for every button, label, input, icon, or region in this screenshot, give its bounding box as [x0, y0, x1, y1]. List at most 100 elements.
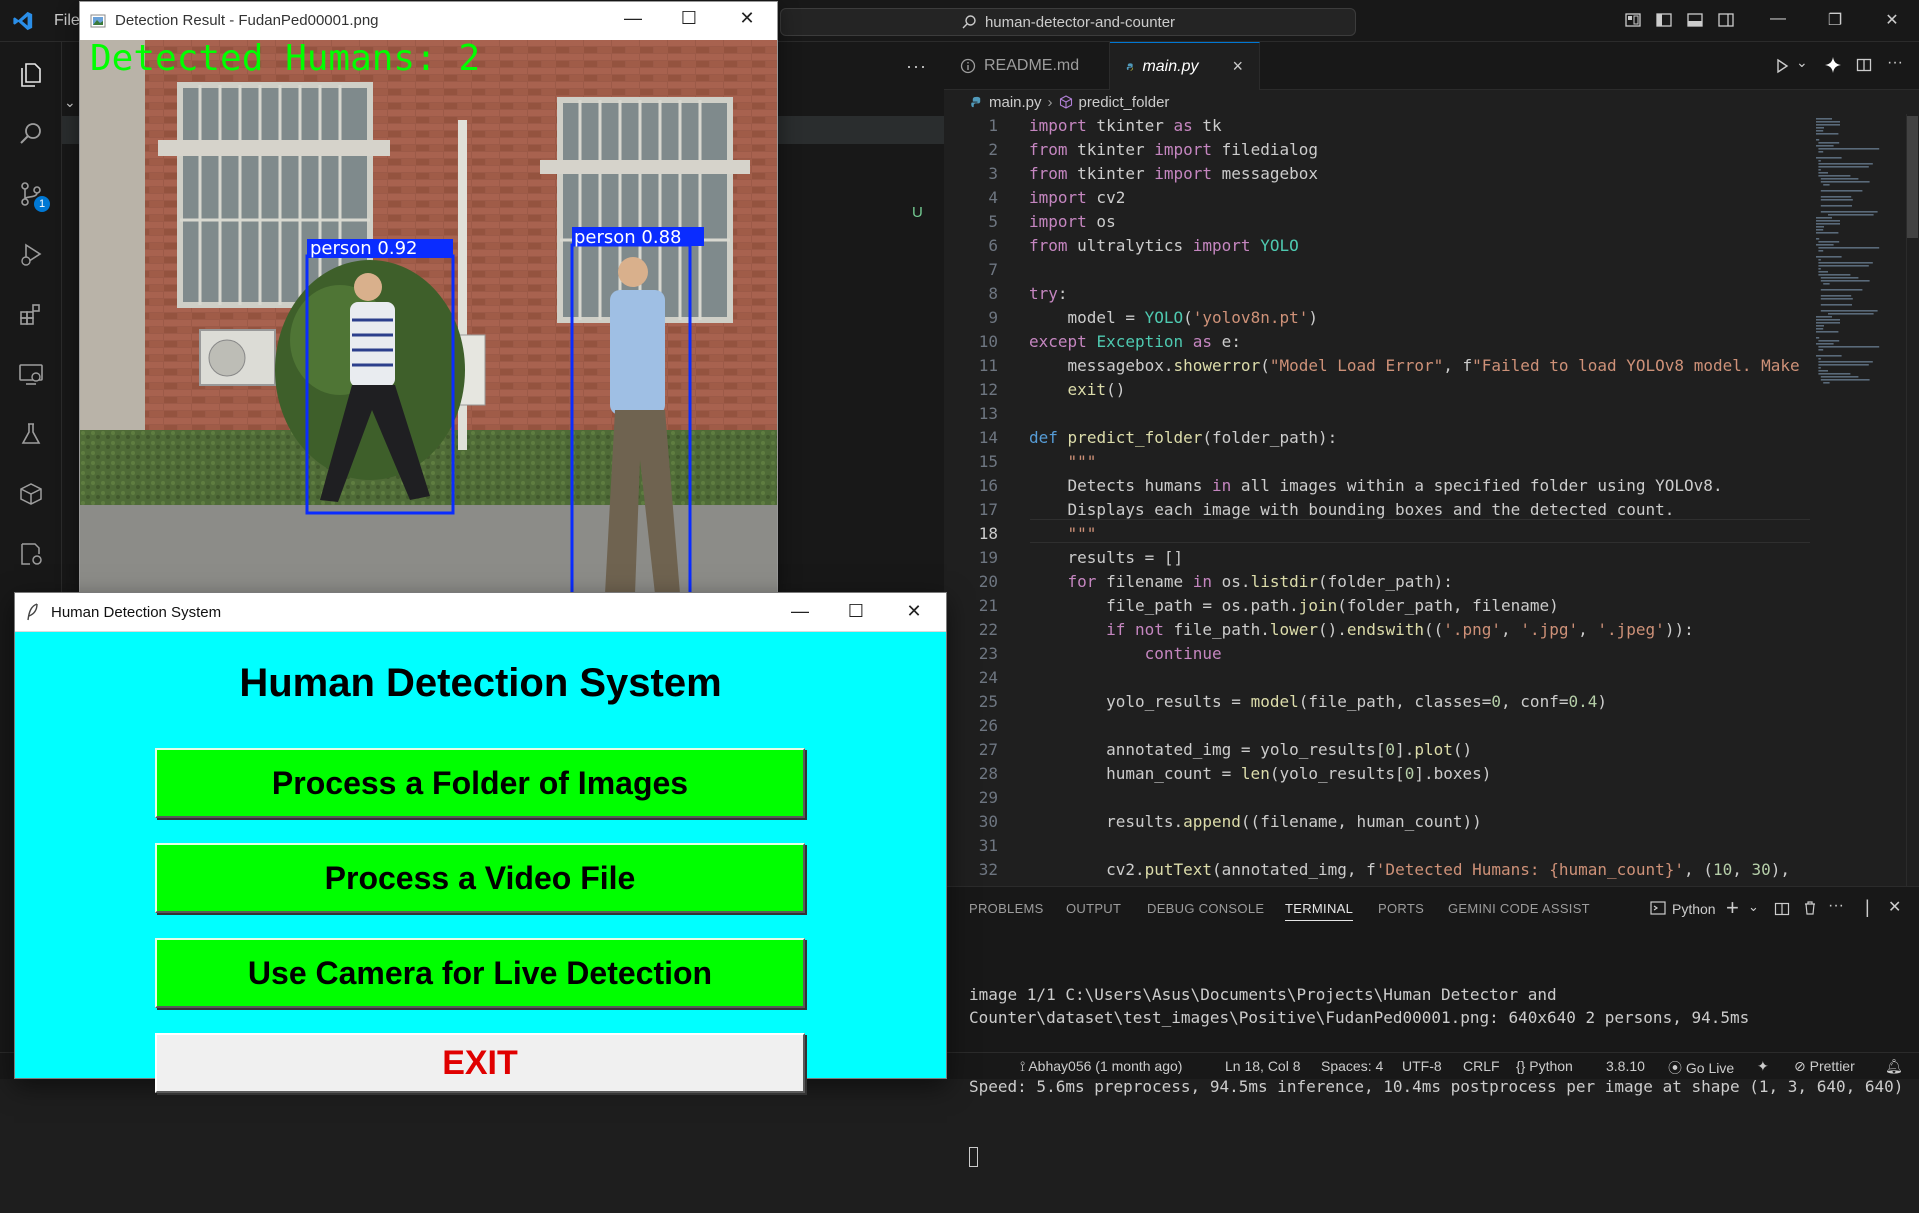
kill-terminal-trash-icon[interactable] [1802, 900, 1818, 916]
code-line[interactable]: 7 [944, 258, 1810, 282]
go-live-status[interactable]: ⦿ Go Live [1668, 1058, 1734, 1078]
hds-maximize-icon[interactable]: ☐ [841, 601, 871, 622]
vscode-close-icon[interactable]: ✕ [1880, 10, 1904, 30]
hds-minimize-icon[interactable]: — [785, 601, 815, 622]
hds-titlebar[interactable]: Human Detection System — ☐ ✕ [15, 593, 946, 632]
sidebar-more-actions[interactable]: ··· [906, 56, 927, 77]
detection-close-icon[interactable]: ✕ [732, 8, 762, 29]
language-mode-status[interactable]: {} Python [1516, 1058, 1573, 1074]
code-line[interactable]: 6 from ultralytics import YOLO [944, 234, 1810, 258]
command-center-search[interactable]: human-detector-and-counter [780, 8, 1356, 36]
breadcrumb-file[interactable]: main.py [989, 94, 1042, 111]
code-line[interactable]: 31 [944, 834, 1810, 858]
remote-explorer-icon[interactable] [15, 358, 47, 390]
chevron-down-icon[interactable]: ⌄ [64, 94, 76, 111]
tab-ports[interactable]: PORTS [1378, 901, 1424, 916]
vscode-restore-icon[interactable]: ❐ [1823, 10, 1847, 30]
vscode-minimize-icon[interactable]: — [1766, 10, 1790, 28]
live-camera-button[interactable]: Use Camera for Live Detection [155, 938, 805, 1008]
run-debug-icon[interactable] [15, 238, 47, 270]
code-line[interactable]: 4 import cv2 [944, 186, 1810, 210]
toggle-primary-sidebar-icon[interactable] [1655, 11, 1673, 29]
exit-button[interactable]: EXIT [155, 1033, 805, 1093]
extensions-icon[interactable] [15, 298, 47, 330]
code-line[interactable]: 10 except Exception as e: [944, 330, 1810, 354]
code-line[interactable]: 3 from tkinter import messagebox [944, 162, 1810, 186]
customize-layout-icon[interactable] [1624, 11, 1642, 29]
code-line[interactable]: 20 for filename in os.listdir(folder_pat… [944, 570, 1810, 594]
process-folder-button[interactable]: Process a Folder of Images [155, 748, 805, 818]
editor-scrollbar-thumb[interactable] [1907, 116, 1918, 238]
hds-close-icon[interactable]: ✕ [899, 601, 929, 622]
panel-more-actions[interactable]: ··· [1828, 897, 1844, 915]
code-line[interactable]: 32 cv2.putText(annotated_img, f'Detected… [944, 858, 1810, 882]
terminal-dropdown-icon[interactable]: ⌄ [1748, 899, 1759, 915]
gemini-status-spark-icon[interactable]: ✦ [1757, 1058, 1769, 1075]
tab-terminal[interactable]: TERMINAL [1285, 901, 1354, 921]
detection-maximize-icon[interactable]: ☐ [674, 8, 704, 29]
line-number: 2 [988, 140, 998, 159]
containers-icon[interactable] [15, 478, 47, 510]
code-line[interactable]: 22 if not file_path.lower().endswith(('.… [944, 618, 1810, 642]
tab-gemini-code-assist[interactable]: GEMINI CODE ASSIST [1448, 901, 1590, 916]
toggle-panel-icon[interactable] [1686, 11, 1704, 29]
code-line[interactable]: 1 import tkinter as tk [944, 114, 1810, 138]
menu-file[interactable]: File [54, 12, 80, 30]
run-dropdown-chevron-icon[interactable]: ⌄ [1796, 54, 1808, 71]
indentation-status[interactable]: Spaces: 4 [1321, 1058, 1383, 1074]
code-line[interactable]: 26 [944, 714, 1810, 738]
code-line[interactable]: 24 [944, 666, 1810, 690]
new-terminal-plus-icon[interactable]: + [1726, 895, 1739, 921]
editor-more-actions[interactable]: ··· [1887, 54, 1903, 72]
code-line[interactable]: 19 results = [] [944, 546, 1810, 570]
code-line[interactable]: 21 file_path = os.path.join(folder_path,… [944, 594, 1810, 618]
code-line[interactable]: 23 continue [944, 642, 1810, 666]
gemini-settings-icon[interactable] [15, 538, 47, 570]
split-editor-icon[interactable] [1856, 57, 1872, 73]
code-line[interactable]: 12 exit() [944, 378, 1810, 402]
cursor-position-status[interactable]: Ln 18, Col 8 [1225, 1058, 1301, 1074]
encoding-status[interactable]: UTF-8 [1402, 1058, 1442, 1074]
tab-output[interactable]: OUTPUT [1066, 901, 1121, 916]
code-line[interactable]: 28 human_count = len(yolo_results[0].box… [944, 762, 1810, 786]
process-video-button[interactable]: Process a Video File [155, 843, 805, 913]
code-line[interactable]: 5 import os [944, 210, 1810, 234]
tab-problems[interactable]: PROBLEMS [969, 901, 1044, 916]
code-line[interactable]: 15 """ [944, 450, 1810, 474]
eol-status[interactable]: CRLF [1463, 1058, 1500, 1074]
testing-icon[interactable] [15, 418, 47, 450]
tab-debug-console[interactable]: DEBUG CONSOLE [1147, 901, 1264, 916]
code-line[interactable]: 16 Detects humans in all images within a… [944, 474, 1810, 498]
tab-main-py[interactable]: main.py × [1110, 42, 1260, 90]
tab-readme[interactable]: README.md [944, 42, 1110, 90]
breadcrumb-symbol[interactable]: predict_folder [1079, 94, 1170, 111]
detection-minimize-icon[interactable]: — [618, 8, 648, 29]
code-line[interactable]: 27 annotated_img = yolo_results[0].plot(… [944, 738, 1810, 762]
code-line[interactable]: 14 def predict_folder(folder_path): [944, 426, 1810, 450]
detection-window-titlebar[interactable]: Detection Result - FudanPed00001.png — ☐… [80, 2, 777, 40]
python-version-status[interactable]: 3.8.10 [1606, 1058, 1645, 1074]
search-view-icon[interactable] [15, 118, 47, 150]
close-tab-icon[interactable]: × [1232, 56, 1243, 77]
run-python-icon[interactable] [1774, 58, 1790, 74]
code-line[interactable]: 29 [944, 786, 1810, 810]
code-line[interactable]: 30 results.append((filename, human_count… [944, 810, 1810, 834]
code-line[interactable]: 2 from tkinter import filedialog [944, 138, 1810, 162]
code-line[interactable]: 8 try: [944, 282, 1810, 306]
split-terminal-icon[interactable] [1774, 901, 1790, 917]
code-line[interactable]: 9 model = YOLO('yolov8n.pt') [944, 306, 1810, 330]
notifications-bell-icon[interactable]: 🔔︎ [1885, 1058, 1903, 1075]
code-line[interactable]: 25 yolo_results = model(file_path, class… [944, 690, 1810, 714]
terminal-profile[interactable]: Python [1672, 901, 1716, 917]
gemini-spark-icon[interactable] [1824, 56, 1842, 74]
explorer-icon[interactable] [15, 58, 47, 90]
code-line[interactable]: 11 messagebox.showerror("Model Load Erro… [944, 354, 1810, 378]
minimap[interactable] [1810, 114, 1906, 886]
close-panel-icon[interactable]: ✕ [1888, 897, 1901, 917]
toggle-secondary-sidebar-icon[interactable] [1717, 11, 1735, 29]
code-editor[interactable]: 1 import tkinter as tk 2 from tkinter impor… [944, 114, 1810, 886]
source-control-icon[interactable]: 1 [15, 178, 50, 212]
prettier-status[interactable]: ⊘ Prettier [1794, 1058, 1855, 1075]
code-line[interactable]: 13 [944, 402, 1810, 426]
git-blame-status[interactable]: ⟟ Abhay056 (1 month ago) [1020, 1058, 1182, 1075]
